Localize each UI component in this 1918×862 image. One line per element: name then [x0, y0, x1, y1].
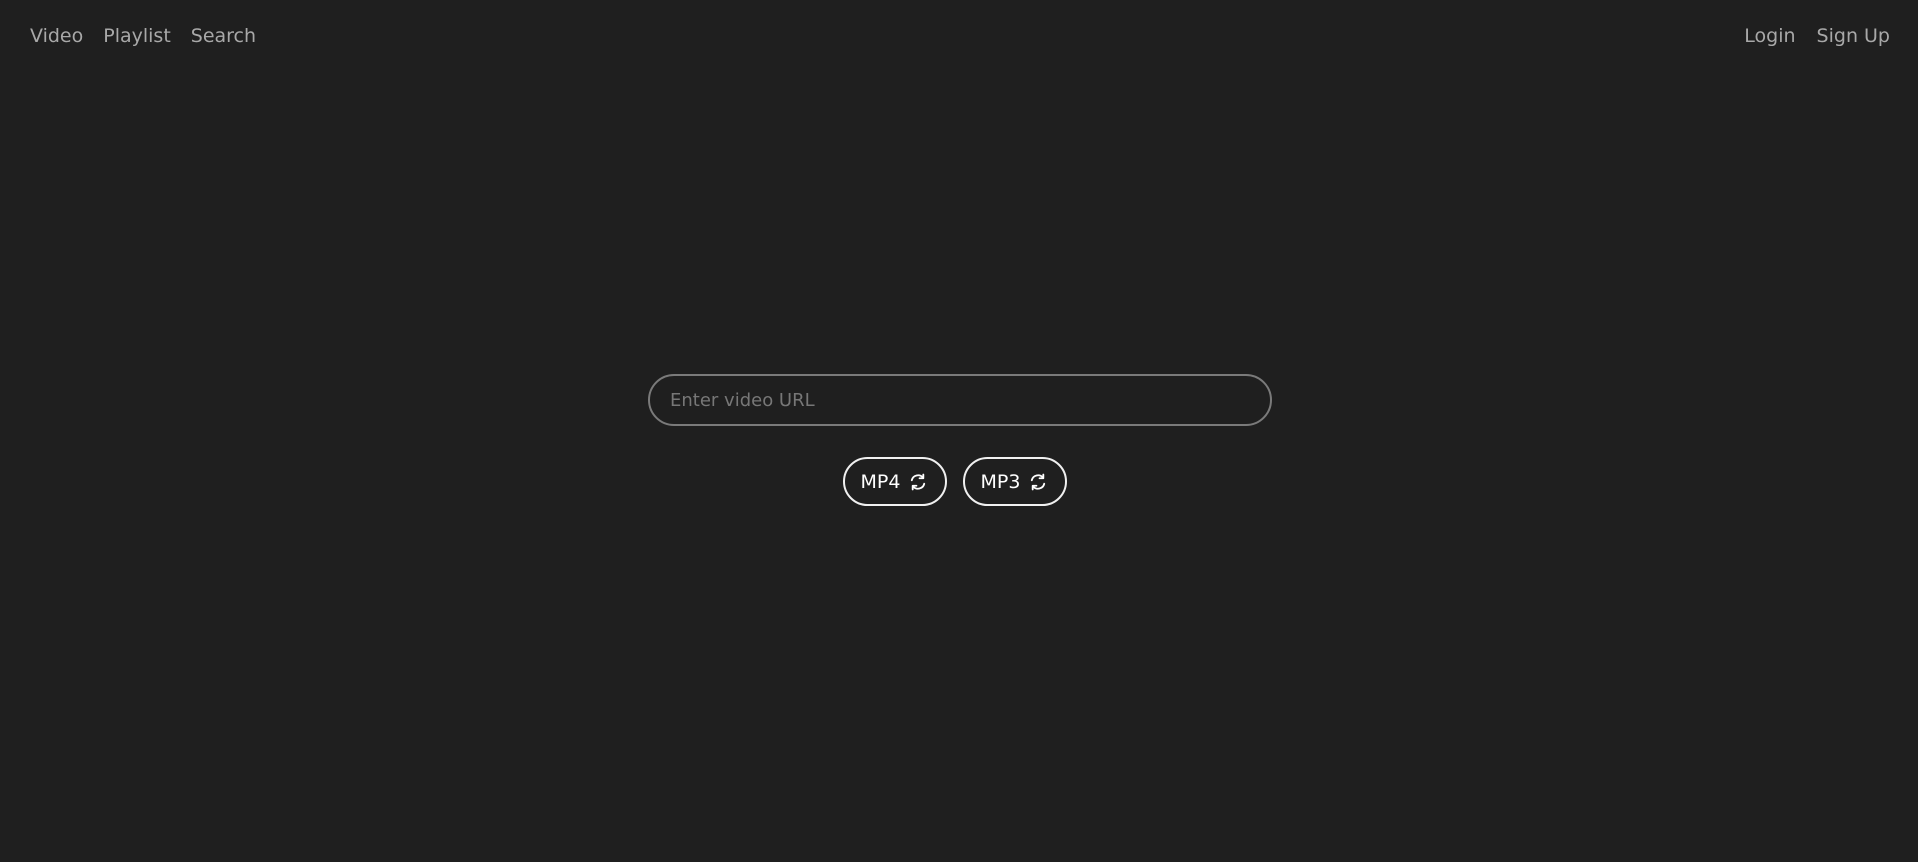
mp4-label: MP4 — [860, 470, 901, 493]
mp4-convert-button[interactable]: MP4 — [843, 457, 947, 506]
refresh-icon — [1031, 473, 1046, 490]
sign-up-link[interactable]: Sign Up — [1817, 22, 1890, 50]
format-buttons: MP4 MP3 — [843, 457, 1067, 506]
nav-link-search[interactable]: Search — [191, 22, 256, 50]
page: Video Playlist Search Login Sign Up MP4 … — [0, 0, 1918, 862]
nav-link-video[interactable]: Video — [30, 22, 83, 50]
video-url-input[interactable] — [648, 374, 1272, 426]
refresh-icon — [911, 473, 926, 490]
top-navigation: Video Playlist Search Login Sign Up — [0, 0, 1918, 72]
primary-navigation: Video Playlist Search — [30, 22, 256, 50]
login-link[interactable]: Login — [1744, 22, 1795, 50]
nav-link-playlist[interactable]: Playlist — [103, 22, 171, 50]
account-navigation: Login Sign Up — [1744, 22, 1890, 50]
mp3-convert-button[interactable]: MP3 — [963, 457, 1067, 506]
mp3-label: MP3 — [980, 470, 1021, 493]
